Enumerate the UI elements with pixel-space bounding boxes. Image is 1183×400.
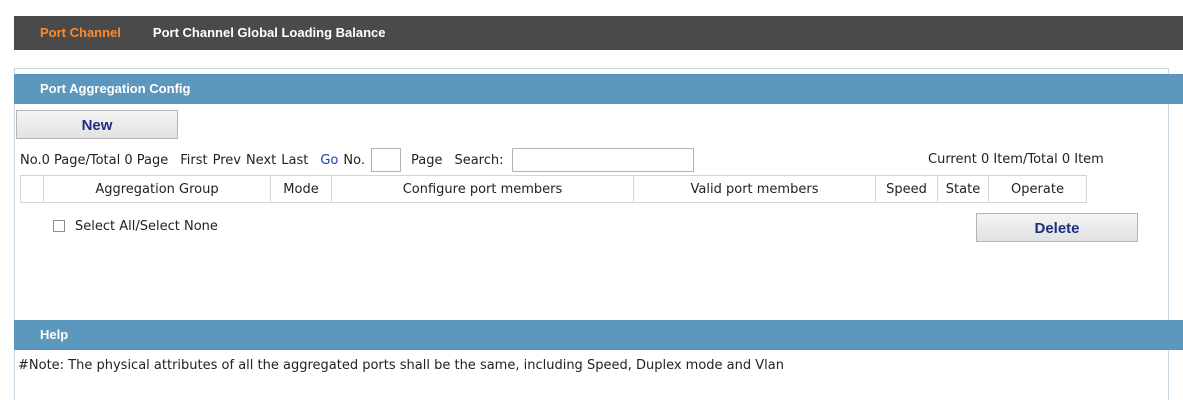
select-all-row: Select All/Select None [53, 216, 218, 236]
column-header-select [20, 175, 44, 203]
column-header-aggregation-group: Aggregation Group [43, 175, 271, 203]
tab-port-channel[interactable]: Port Channel [14, 16, 139, 50]
pager: No.0 Page/Total 0 Page First Prev Next L… [20, 147, 694, 173]
section-header-port-aggregation-config: Port Aggregation Config [14, 74, 1183, 104]
tab-port-channel-global-loading-balance[interactable]: Port Channel Global Loading Balance [139, 16, 400, 50]
search-label: Search: [454, 152, 504, 168]
pager-go-link[interactable]: Go [320, 153, 338, 168]
delete-button[interactable]: Delete [976, 213, 1138, 242]
column-header-configure-port-members: Configure port members [331, 175, 634, 203]
select-all-checkbox[interactable] [53, 220, 65, 232]
table-header-row: Aggregation Group Mode Configure port me… [20, 175, 1087, 203]
aggregation-table: Aggregation Group Mode Configure port me… [20, 175, 1087, 203]
help-note: #Note: The physical attributes of all th… [18, 358, 784, 373]
tab-bar: Port Channel Port Channel Global Loading… [14, 16, 1183, 50]
pager-page-label: Page [410, 152, 443, 168]
pager-next-link[interactable]: Next [246, 153, 276, 168]
search-input[interactable] [511, 148, 694, 172]
pager-prev-link[interactable]: Prev [213, 153, 241, 168]
pager-first-link[interactable]: First [180, 153, 207, 168]
select-all-label[interactable]: Select All/Select None [75, 219, 218, 234]
pager-status: No.0 Page/Total 0 Page [20, 152, 169, 168]
pager-last-link[interactable]: Last [281, 153, 308, 168]
section-header-help: Help [14, 320, 1183, 350]
column-header-operate: Operate [988, 175, 1087, 203]
column-header-mode: Mode [270, 175, 332, 203]
column-header-state: State [937, 175, 989, 203]
column-header-speed: Speed [875, 175, 938, 203]
new-button[interactable]: New [16, 110, 178, 139]
column-header-valid-port-members: Valid port members [633, 175, 876, 203]
pager-no-label: No. [343, 152, 365, 168]
item-count: Current 0 Item/Total 0 Item [928, 152, 1104, 167]
page-number-input[interactable] [370, 148, 401, 172]
top-strip [0, 0, 1183, 16]
